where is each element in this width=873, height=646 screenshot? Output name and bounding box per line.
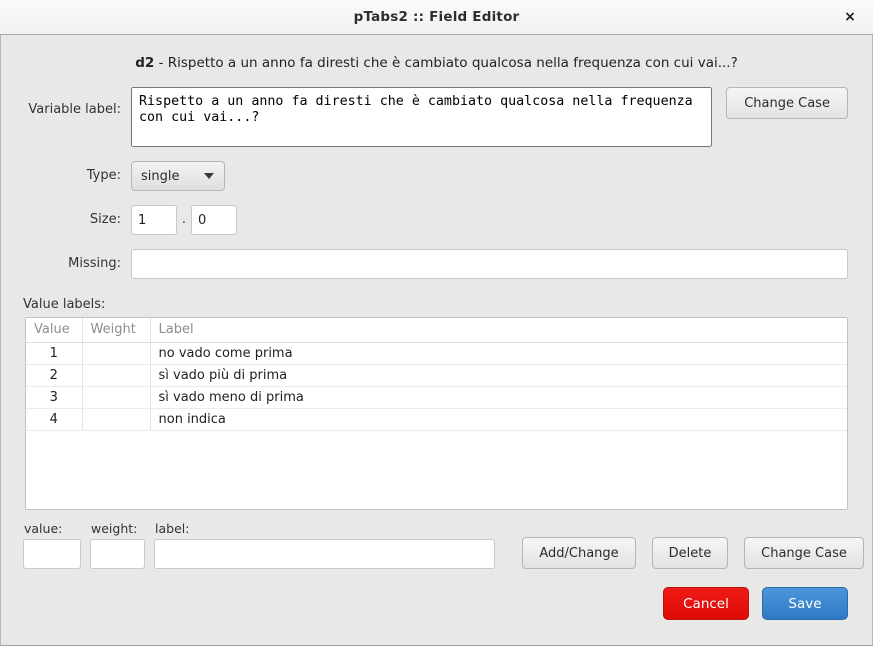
size-caption: Size: [89, 212, 121, 227]
cell-value: 4 [26, 408, 83, 431]
missing-row: Missing: [1, 249, 872, 279]
chevron-down-icon [204, 173, 214, 179]
value-labels-caption: Value labels: [23, 297, 106, 312]
table-row[interactable]: 4 non indica [26, 408, 847, 431]
editor-weight-input[interactable] [90, 539, 145, 569]
editor-weight-group: weight: [90, 521, 145, 569]
table-row[interactable]: 3 sì vado meno di prima [26, 386, 847, 409]
cell-weight [82, 342, 151, 365]
missing-input[interactable] [131, 249, 848, 279]
close-icon[interactable]: × [839, 6, 861, 28]
cell-label: no vado come prima [150, 342, 847, 365]
dialog-body: d2 - Rispetto a un anno fa diresti che è… [0, 35, 873, 646]
value-labels-table: Value Weight Label 1 no vado come prima … [26, 318, 847, 431]
cell-value: 2 [26, 364, 83, 387]
cell-weight [82, 364, 151, 387]
save-button[interactable]: Save [762, 587, 848, 620]
variable-label-input[interactable] [131, 87, 713, 147]
cell-label: sì vado più di prima [150, 364, 847, 387]
size-integer-input[interactable] [131, 205, 177, 235]
question-header: d2 - Rispetto a un anno fa diresti che è… [1, 35, 872, 87]
field-editor-window: pTabs2 :: Field Editor × d2 - Rispetto a… [0, 0, 873, 646]
cell-value: 1 [26, 342, 83, 365]
value-labels-table-body: 1 no vado come prima 2 sì vado più di pr… [26, 342, 847, 431]
cell-weight [82, 408, 151, 431]
cell-label: non indica [150, 408, 847, 431]
title-bar: pTabs2 :: Field Editor × [0, 0, 873, 35]
type-dropdown-value: single [141, 168, 180, 184]
window-title: pTabs2 :: Field Editor [353, 9, 520, 25]
add-change-button[interactable]: Add/Change [522, 537, 636, 569]
editor-value-caption: value: [24, 521, 63, 536]
size-separator: . [181, 212, 187, 227]
dialog-footer: Cancel Save [1, 569, 872, 620]
editor-weight-caption: weight: [91, 521, 138, 536]
question-code: d2 [135, 55, 155, 71]
editor-value-input[interactable] [23, 539, 81, 569]
table-row[interactable]: 2 sì vado più di prima [26, 364, 847, 387]
editor-label-caption: label: [155, 521, 190, 536]
value-labels-table-wrapper: Value Weight Label 1 no vado come prima … [25, 317, 848, 510]
variable-label-row: Variable label: Change Case [1, 87, 872, 147]
change-case-top-button[interactable]: Change Case [726, 87, 848, 119]
editor-label-group: label: [154, 521, 495, 569]
editor-value-group: value: [23, 521, 81, 569]
column-header-weight: Weight [82, 318, 151, 343]
type-caption: Type: [86, 168, 121, 183]
question-separator: - [154, 55, 168, 71]
cell-weight [82, 386, 151, 409]
editor-label-input[interactable] [154, 539, 495, 569]
size-row: Size: . [1, 205, 872, 235]
table-row[interactable]: 1 no vado come prima [26, 342, 847, 365]
column-header-value: Value [26, 318, 83, 343]
variable-label-caption: Variable label: [28, 102, 121, 117]
table-header-row: Value Weight Label [26, 318, 847, 343]
cell-label: sì vado meno di prima [150, 386, 847, 409]
missing-caption: Missing: [68, 256, 121, 271]
delete-button[interactable]: Delete [652, 537, 728, 569]
value-label-editor-row: value: weight: label: Add/Change Delete … [1, 510, 872, 569]
change-case-bottom-button[interactable]: Change Case [744, 537, 864, 569]
type-row: Type: single [1, 161, 872, 191]
size-decimal-input[interactable] [191, 205, 237, 235]
type-dropdown[interactable]: single [131, 161, 225, 191]
column-header-label: Label [150, 318, 847, 343]
cancel-button[interactable]: Cancel [663, 587, 749, 620]
question-text: Rispetto a un anno fa diresti che è camb… [167, 55, 738, 71]
editor-buttons: Add/Change Delete Change Case [522, 537, 864, 569]
cell-value: 3 [26, 386, 83, 409]
